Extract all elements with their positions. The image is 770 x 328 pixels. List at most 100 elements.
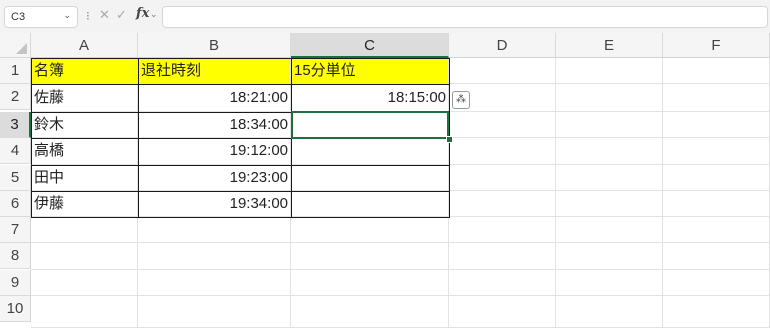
cell-f5[interactable] [663,165,770,191]
column-header-b[interactable]: B [138,33,291,58]
formula-bar: C3 ⌄ ⁝ ✕ ✓ fx ⌄ [0,0,770,33]
cell-e3[interactable] [556,112,663,138]
cell-a7[interactable] [31,217,138,243]
cell-e2[interactable] [556,84,663,112]
cell-d1[interactable] [449,58,556,84]
cell-e10[interactable] [556,296,663,328]
row-header-3[interactable]: 3 [0,112,31,138]
cell-d5[interactable] [449,165,556,191]
cell-b8[interactable] [138,243,291,270]
cell-b9[interactable] [138,270,291,296]
row-header-4[interactable]: 4 [0,138,31,164]
table-border-line [31,112,449,113]
chevron-down-icon[interactable]: ⌄ [150,9,158,20]
cell-e1[interactable] [556,58,663,84]
table-border-line [31,138,449,139]
column-header-f[interactable]: F [663,33,770,58]
row-header-6[interactable]: 6 [0,191,31,217]
cell-c2[interactable]: 18:15:00 [291,84,449,112]
table-border-line [138,58,139,218]
cell-f4[interactable] [663,138,770,165]
flash-fill-options-button[interactable]: ⁂ [452,91,470,109]
insert-function-button[interactable]: fx [136,6,149,21]
cell-f2[interactable] [663,84,770,112]
cell-b5[interactable]: 19:23:00 [138,165,291,191]
chevron-down-icon[interactable]: ⌄ [63,10,71,21]
cell-a3[interactable]: 鈴木 [31,112,138,138]
cell-f8[interactable] [663,243,770,270]
cell-a10[interactable] [31,296,138,328]
cell-d6[interactable] [449,191,556,217]
cell-b2[interactable]: 18:21:00 [138,84,291,112]
table-border-line [31,58,449,59]
row-header-9[interactable]: 9 [0,270,31,296]
more-options-icon[interactable]: ⁝ [86,9,90,23]
cell-c10[interactable] [291,296,449,328]
cell-c5[interactable] [291,165,449,191]
table-border-line [291,58,292,218]
cell-c8[interactable] [291,243,449,270]
cell-d3[interactable] [449,112,556,138]
cell-a1[interactable]: 名簿 [31,58,138,84]
cell-a4[interactable]: 高橋 [31,138,138,165]
cell-c9[interactable] [291,270,449,296]
enter-icon[interactable]: ✓ [116,7,127,23]
fill-handle[interactable] [446,136,453,143]
cell-d7[interactable] [449,217,556,243]
cell-b1[interactable]: 退社時刻 [138,58,291,84]
row-header-10[interactable]: 10 [0,296,31,322]
column-header-a[interactable]: A [31,33,138,58]
cell-f3[interactable] [663,112,770,138]
row-header-1[interactable]: 1 [0,58,31,84]
cell-d9[interactable] [449,270,556,296]
cell-e6[interactable] [556,191,663,217]
cell-a5[interactable]: 田中 [31,165,138,191]
select-all-button[interactable] [0,33,31,58]
select-all-triangle-icon [16,43,27,54]
cell-e9[interactable] [556,270,663,296]
table-border-line [31,217,450,218]
cell-b4[interactable]: 19:12:00 [138,138,291,165]
table-border-line [31,84,449,85]
cell-b7[interactable] [138,217,291,243]
cell-a6[interactable]: 伊藤 [31,191,138,217]
cell-c1[interactable]: 15分単位 [291,58,449,84]
row-header-7[interactable]: 7 [0,217,31,243]
cell-f9[interactable] [663,270,770,296]
column-header-d[interactable]: D [449,33,556,58]
cell-c7[interactable] [291,217,449,243]
row-header-5[interactable]: 5 [0,165,31,191]
formula-input[interactable] [162,6,768,28]
cell-c3[interactable] [291,112,449,138]
cell-d10[interactable] [449,296,556,328]
column-header-c[interactable]: C [291,33,449,58]
cell-b10[interactable] [138,296,291,328]
name-box-value: C3 [11,11,26,23]
cell-d4[interactable] [449,138,556,165]
cell-f1[interactable] [663,58,770,84]
cancel-icon[interactable]: ✕ [99,7,110,23]
cell-f6[interactable] [663,191,770,217]
spreadsheet-grid: A B C D E F 1 2 3 4 5 6 7 8 9 10 名簿 退社時刻… [0,33,770,328]
cell-f7[interactable] [663,217,770,243]
column-header-e[interactable]: E [556,33,663,58]
cell-e8[interactable] [556,243,663,270]
table-border-line [31,165,449,166]
row-header-2[interactable]: 2 [0,84,31,110]
cell-e7[interactable] [556,217,663,243]
table-border-line [31,191,449,192]
table-border-line [31,58,32,218]
cell-e4[interactable] [556,138,663,165]
cell-c6[interactable] [291,191,449,217]
cell-a2[interactable]: 佐藤 [31,84,138,112]
cell-c4[interactable] [291,138,449,165]
cell-a9[interactable] [31,270,138,296]
name-box[interactable]: C3 ⌄ [4,6,78,28]
cell-e5[interactable] [556,165,663,191]
cell-b6[interactable]: 19:34:00 [138,191,291,217]
cell-d8[interactable] [449,243,556,270]
cell-b3[interactable]: 18:34:00 [138,112,291,138]
cell-a8[interactable] [31,243,138,270]
cell-f10[interactable] [663,296,770,328]
row-header-8[interactable]: 8 [0,243,31,269]
